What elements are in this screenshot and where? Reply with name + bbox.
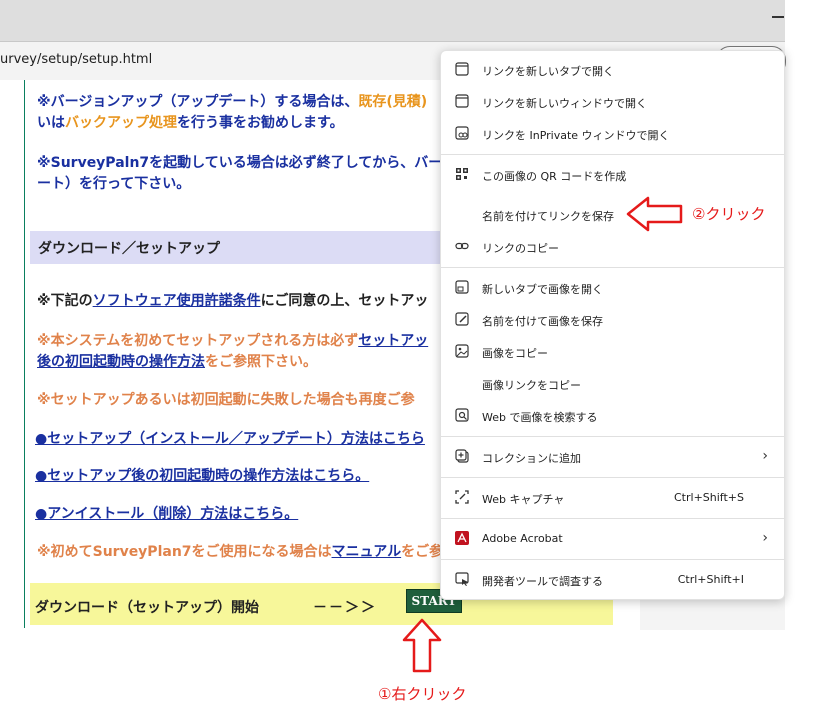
menu-item-open-link-new-window[interactable]: リンクを新しいウィンドウで開く [441,86,784,118]
menu-item-open-image-new-tab[interactable]: 新しいタブで画像を開く [441,272,784,304]
new-tab-icon [455,62,469,76]
setup-method-inline-link[interactable]: セットアッ [358,333,428,349]
license-link[interactable]: ソフトウェア使用許諾条件 [93,293,261,309]
devtools-icon [455,572,469,586]
collections-icon [455,449,469,463]
menu-item-create-qr[interactable]: この画像の QR コードを作成 [441,159,784,191]
step1-annotation: ①右クリック [378,685,467,703]
first-setup-notice-line1: ※本システムを初めてセットアップされる方は必ずセットアッ [37,333,429,349]
manual-link[interactable]: マニュアル [332,544,402,560]
notice-version-up-line2: いはバックアップ処理を行う事をお勧めします。 [37,115,344,131]
failure-notice: ※セットアップあるいは初回起動に失敗した場合も再度ご参 [37,392,415,408]
menu-separator [441,518,784,519]
menu-item-search-image-web[interactable]: Web で画像を検索する [441,400,784,432]
inprivate-icon [455,126,469,140]
menu-item-label: この画像の QR コードを作成 [482,170,627,183]
browser-title-bar [0,0,785,42]
web-capture-icon [455,490,469,504]
link-icon [455,242,469,250]
notice-version-up-line1: ※バージョンアップ（アップデート）する場合は、既存(見積) [37,94,428,110]
menu-separator [441,477,784,478]
page-left-border [24,80,25,628]
menu-item-inspect-devtools[interactable]: 開発者ツールで調査する Ctrl+Shift+I [441,564,784,596]
menu-item-label: 名前を付けて画像を保存 [482,315,603,328]
uninstall-link[interactable]: ●アンイストール（削除）方法はこちら。 [35,503,298,523]
arrow-up-annotation-icon [402,618,442,673]
menu-separator [441,267,784,268]
notice-close-app-line2: ート）を行って下さい。 [37,176,191,192]
setup-method-link[interactable]: ●セットアップ（インストール／アップデート）方法はこちら [35,428,425,448]
first-launch-inline-link[interactable]: 後の初回起動時の操作方法 [37,354,205,370]
menu-item-copy-image-link[interactable]: 画像リンクをコピー [441,368,784,400]
menu-item-add-to-collections[interactable]: コレクションに追加 › [441,441,784,473]
menu-item-label: 画像をコピー [482,347,548,360]
new-window-icon [455,94,469,108]
menu-item-save-image-as[interactable]: 名前を付けて画像を保存 [441,304,784,336]
menu-item-label: 名前を付けてリンクを保存 [482,210,614,223]
menu-item-label: 開発者ツールで調査する [482,575,603,588]
menu-item-shortcut: Ctrl+Shift+I [677,573,744,586]
menu-item-label: リンクを新しいタブで開く [482,65,614,78]
menu-item-label: Adobe Acrobat [482,532,563,545]
arrow-left-annotation-icon [626,196,683,232]
section-header-title: ダウンロード／セットアップ [38,241,220,257]
download-arrow-text: －－＞＞ [313,600,377,616]
menu-item-web-capture[interactable]: Web キャプチャ Ctrl+Shift+S [441,482,784,514]
url-text[interactable]: urvey/setup/setup.html [0,52,152,67]
menu-item-label: Web キャプチャ [482,493,565,506]
step2-annotation: ②クリック [692,205,766,223]
image-search-icon [455,408,469,422]
menu-separator [441,436,784,437]
download-label: ダウンロード（セットアップ）開始 [35,600,259,616]
menu-item-label: Web で画像を検索する [482,411,598,424]
menu-item-label: 新しいタブで画像を開く [482,283,603,296]
first-launch-link[interactable]: ●セットアップ後の初回起動時の操作方法はこちら。 [35,465,369,485]
menu-item-label: 画像リンクをコピー [482,379,581,392]
notice-close-app-line1: ※SurveyPaln7を起動している場合は必ず終了してから、バー [37,155,443,171]
menu-item-open-link-inprivate[interactable]: リンクを InPrivate ウィンドウで開く [441,118,784,150]
menu-item-copy-link[interactable]: リンクのコピー [441,231,784,263]
menu-item-shortcut: Ctrl+Shift+S [674,491,744,504]
chevron-right-icon: › [762,448,768,464]
acrobat-icon [455,531,469,545]
menu-item-label: コレクションに追加 [482,452,581,465]
menu-item-copy-image[interactable]: 画像をコピー [441,336,784,368]
save-image-icon [455,312,469,326]
menu-separator [441,559,784,560]
menu-item-label: リンクを新しいウィンドウで開く [482,97,647,110]
chevron-right-icon: › [762,530,768,546]
copy-image-icon [455,344,469,358]
first-setup-notice-line2: 後の初回起動時の操作方法をご参照下さい。 [37,354,317,370]
context-menu: リンクを新しいタブで開く リンクを新しいウィンドウで開く リンクを InPriv… [440,50,785,600]
menu-item-label: リンクのコピー [482,242,559,255]
menu-item-open-link-new-tab[interactable]: リンクを新しいタブで開く [441,54,784,86]
image-new-tab-icon [455,280,469,294]
menu-item-adobe-acrobat[interactable]: Adobe Acrobat › [441,523,784,555]
menu-item-label: リンクを InPrivate ウィンドウで開く [482,129,670,142]
minimize-icon[interactable] [772,16,784,18]
license-notice: ※下記のソフトウェア使用許諾条件にご同意の上、セットアッ [37,293,429,309]
manual-notice: ※初めてSurveyPlan7をご使用になる場合はマニュアルをご参 [37,544,444,560]
qr-code-icon [456,168,468,180]
menu-separator [441,154,784,155]
